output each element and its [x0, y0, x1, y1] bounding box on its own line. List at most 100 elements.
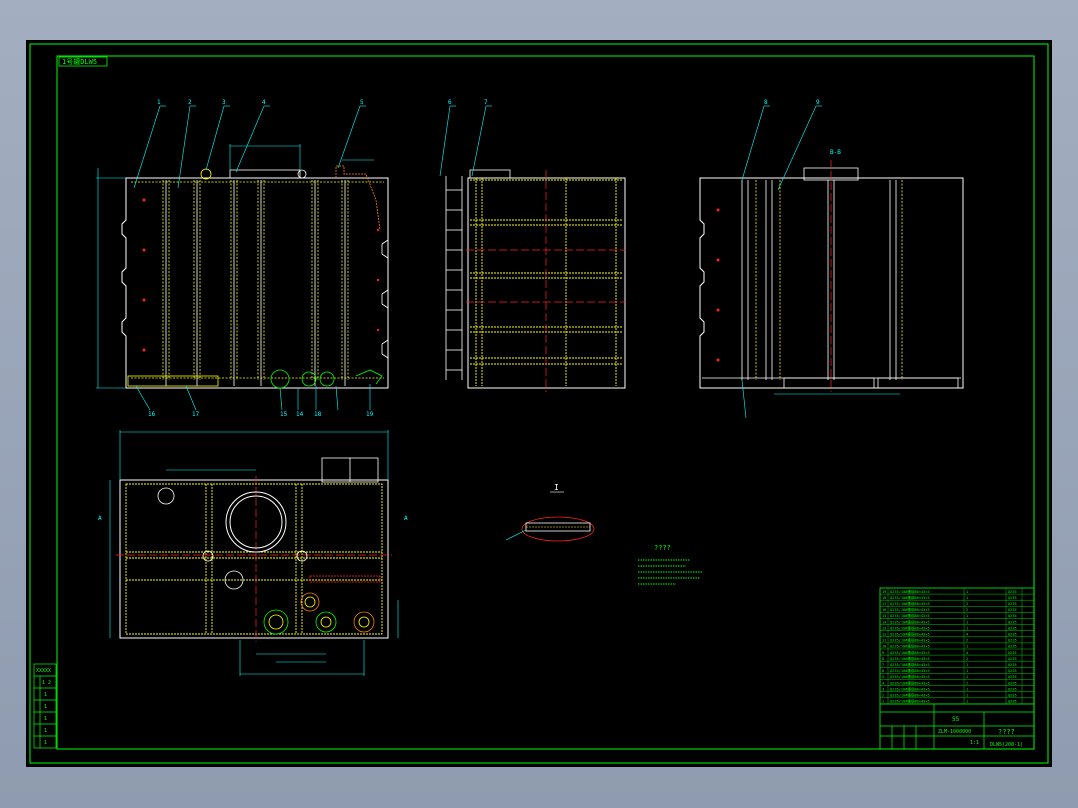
svg-text:XXXXX: XXXXX — [36, 668, 51, 674]
parts-row: 13 Q235/10#槽钢80×43×5 1 Q235 — [880, 625, 1034, 631]
parts-row-name: Q235/10#槽钢80×43×5 — [890, 613, 930, 618]
svg-text:7: 7 — [484, 99, 488, 106]
plan-view-labels: A A — [98, 515, 408, 522]
parts-row-material: Q235 — [1008, 620, 1017, 624]
svg-text:15: 15 — [280, 411, 288, 418]
side-strip-labels: XXXXX 1 2 1 1 1 1 1 — [36, 668, 51, 746]
drawing-sheet[interactable]: 1号罐DLW5 XXXXX 1 2 1 1 1 1 1 1 2 3 4 5 16… — [26, 40, 1052, 767]
parts-row-no: 15 — [882, 614, 886, 618]
title-block: 55 ???? ZLM-1000000 1:1 DLW5(200-1) — [880, 703, 1034, 749]
parts-row-name: Q235/10#槽钢80×43×5 — [890, 619, 930, 624]
front-bottom-callout-labels: 16 17 15 14 18 19 — [148, 411, 374, 418]
technical-notes: ???? — [638, 544, 702, 585]
parts-row-material: Q235 — [1008, 596, 1017, 600]
parts-row-qty: 1 — [966, 675, 968, 679]
parts-row-material: Q235 — [1008, 669, 1017, 673]
front-elevation-view[interactable]: 1 2 3 4 5 16 17 15 14 18 19 — [96, 99, 389, 418]
parts-row: 14 Q235/10#槽钢80×43×5 1 Q235 — [880, 619, 1034, 625]
detail-view-i[interactable]: I — [505, 483, 595, 542]
title-block-title: ???? — [998, 728, 1015, 736]
parts-row-no: 19 — [882, 590, 886, 594]
parts-row-material: Q235 — [1008, 651, 1017, 655]
parts-row-no: 5 — [882, 675, 884, 679]
parts-row: 12 Q235/10#槽钢80×43×5 4 Q235 — [880, 632, 1034, 637]
parts-row-name: Q235/10#槽钢80×43×5 — [890, 632, 930, 637]
parts-row-no: 3 — [882, 687, 884, 691]
parts-row: 6 Q235/10#槽钢80×43×5 1 Q235 — [880, 668, 1034, 674]
parts-row-qty: 4 — [966, 633, 968, 637]
parts-row: 10 Q235/10#槽钢80×43×5 1 Q235 — [880, 644, 1034, 650]
parts-row: 11 Q235/10#槽钢80×43×5 2 Q235 — [880, 638, 1034, 644]
parts-row-no: 7 — [882, 663, 884, 667]
parts-row: 19 Q235/10#槽钢80×43×5 1 Q235 — [880, 589, 1034, 595]
parts-rows: 19 Q235/10#槽钢80×43×5 1 Q23518 Q235/10#槽钢80×4… — [880, 588, 1034, 705]
parts-row-qty: 1 — [966, 687, 968, 691]
parts-row-qty: 1 — [966, 669, 968, 673]
parts-row-name: Q235/10#槽钢80×43×5 — [890, 699, 930, 704]
parts-row-no: 12 — [882, 633, 886, 637]
parts-row-no: 9 — [882, 651, 884, 655]
title-tag-text: 1号罐DLW5 — [62, 57, 97, 66]
parts-row-qty: 1 — [966, 663, 968, 667]
parts-row-name: Q235/10#槽钢80×43×5 — [890, 693, 930, 698]
parts-row-no: 4 — [882, 681, 884, 685]
svg-text:1: 1 — [44, 740, 47, 746]
parts-row-qty: 2 — [966, 657, 968, 661]
parts-row: 9 Q235/10#槽钢80×43×5 4 Q235 — [880, 650, 1034, 656]
parts-row-material: Q235 — [1008, 626, 1017, 630]
parts-row-name: Q235/10#槽钢80×43×5 — [890, 589, 930, 594]
svg-text:1: 1 — [44, 692, 47, 698]
svg-text:14: 14 — [296, 411, 304, 418]
cad-viewport: 1号罐DLW5 XXXXX 1 2 1 1 1 1 1 1 2 3 4 5 16… — [0, 0, 1078, 808]
rear-elevation-view[interactable]: 8 9 B-B — [699, 99, 964, 419]
title-tag: 1号罐DLW5 — [58, 56, 108, 67]
parts-row-name: Q235/10#槽钢80×43×5 — [890, 674, 930, 679]
parts-row-material: Q235 — [1008, 700, 1017, 704]
svg-text:4: 4 — [262, 99, 266, 106]
title-block-drawing-no: ZLM-1000000 — [938, 729, 971, 735]
parts-row-name: Q235/10#槽钢80×43×5 — [890, 644, 930, 649]
plan-view[interactable]: A A — [98, 430, 408, 676]
notes-title: ???? — [654, 544, 671, 552]
svg-text:1: 1 — [157, 99, 161, 106]
parts-row-qty: 1 — [966, 620, 968, 624]
parts-row: 7 Q235/10#槽钢80×43×5 1 Q235 — [880, 662, 1034, 668]
parts-row-name: Q235/10#槽钢80×43×5 — [890, 625, 930, 630]
rear-callout-labels: 8 9 B-B — [764, 99, 841, 156]
parts-row-name: Q235/10#槽钢80×43×5 — [890, 662, 930, 667]
parts-row-qty: 2 — [966, 602, 968, 606]
detail-label: I — [554, 483, 559, 492]
svg-text:3: 3 — [222, 99, 226, 106]
parts-row-qty: 1 — [966, 694, 968, 698]
parts-row-name: Q235/10#槽钢80×43×5 — [890, 607, 930, 612]
parts-row-no: 18 — [882, 596, 886, 600]
parts-row: 4 Q235/10#槽钢80×43×5 2 Q235 — [880, 680, 1034, 686]
svg-text:2: 2 — [188, 99, 192, 106]
svg-text:16: 16 — [148, 411, 156, 418]
parts-row-material: Q235 — [1008, 639, 1017, 643]
title-block-code: 55 — [952, 716, 960, 723]
parts-row-qty: 4 — [966, 651, 968, 655]
svg-text:5: 5 — [360, 99, 364, 106]
parts-row-no: 10 — [882, 645, 886, 649]
parts-row-qty: 2 — [966, 608, 968, 612]
svg-text:19: 19 — [366, 411, 374, 418]
parts-row-qty: 2 — [966, 639, 968, 643]
cad-drawing-svg[interactable]: 1号罐DLW5 XXXXX 1 2 1 1 1 1 1 1 2 3 4 5 16… — [26, 40, 1052, 767]
side-callout-labels: 6 7 — [448, 99, 488, 106]
parts-row-name: Q235/10#槽钢80×43×5 — [890, 668, 930, 673]
svg-text:8: 8 — [764, 99, 768, 106]
parts-row-no: 16 — [882, 608, 886, 612]
parts-row-qty: 1 — [966, 614, 968, 618]
svg-text:1 2: 1 2 — [42, 680, 51, 686]
parts-row: 3 Q235/10#槽钢80×43×5 1 Q235 — [880, 686, 1034, 692]
parts-row-no: 2 — [882, 694, 884, 698]
side-elevation-view[interactable]: 6 7 — [439, 99, 626, 392]
svg-text:6: 6 — [448, 99, 452, 106]
svg-text:1: 1 — [44, 728, 47, 734]
parts-row-qty: 2 — [966, 681, 968, 685]
parts-row: 16 Q235/10#槽钢80×43×5 2 Q235 — [880, 607, 1034, 613]
parts-list-table: 19 Q235/10#槽钢80×43×5 1 Q23518 Q235/10#槽钢80×4… — [879, 587, 1035, 750]
parts-row-material: Q235 — [1008, 633, 1017, 637]
parts-row: 8 Q235/10#槽钢80×43×5 2 Q235 — [880, 656, 1034, 662]
